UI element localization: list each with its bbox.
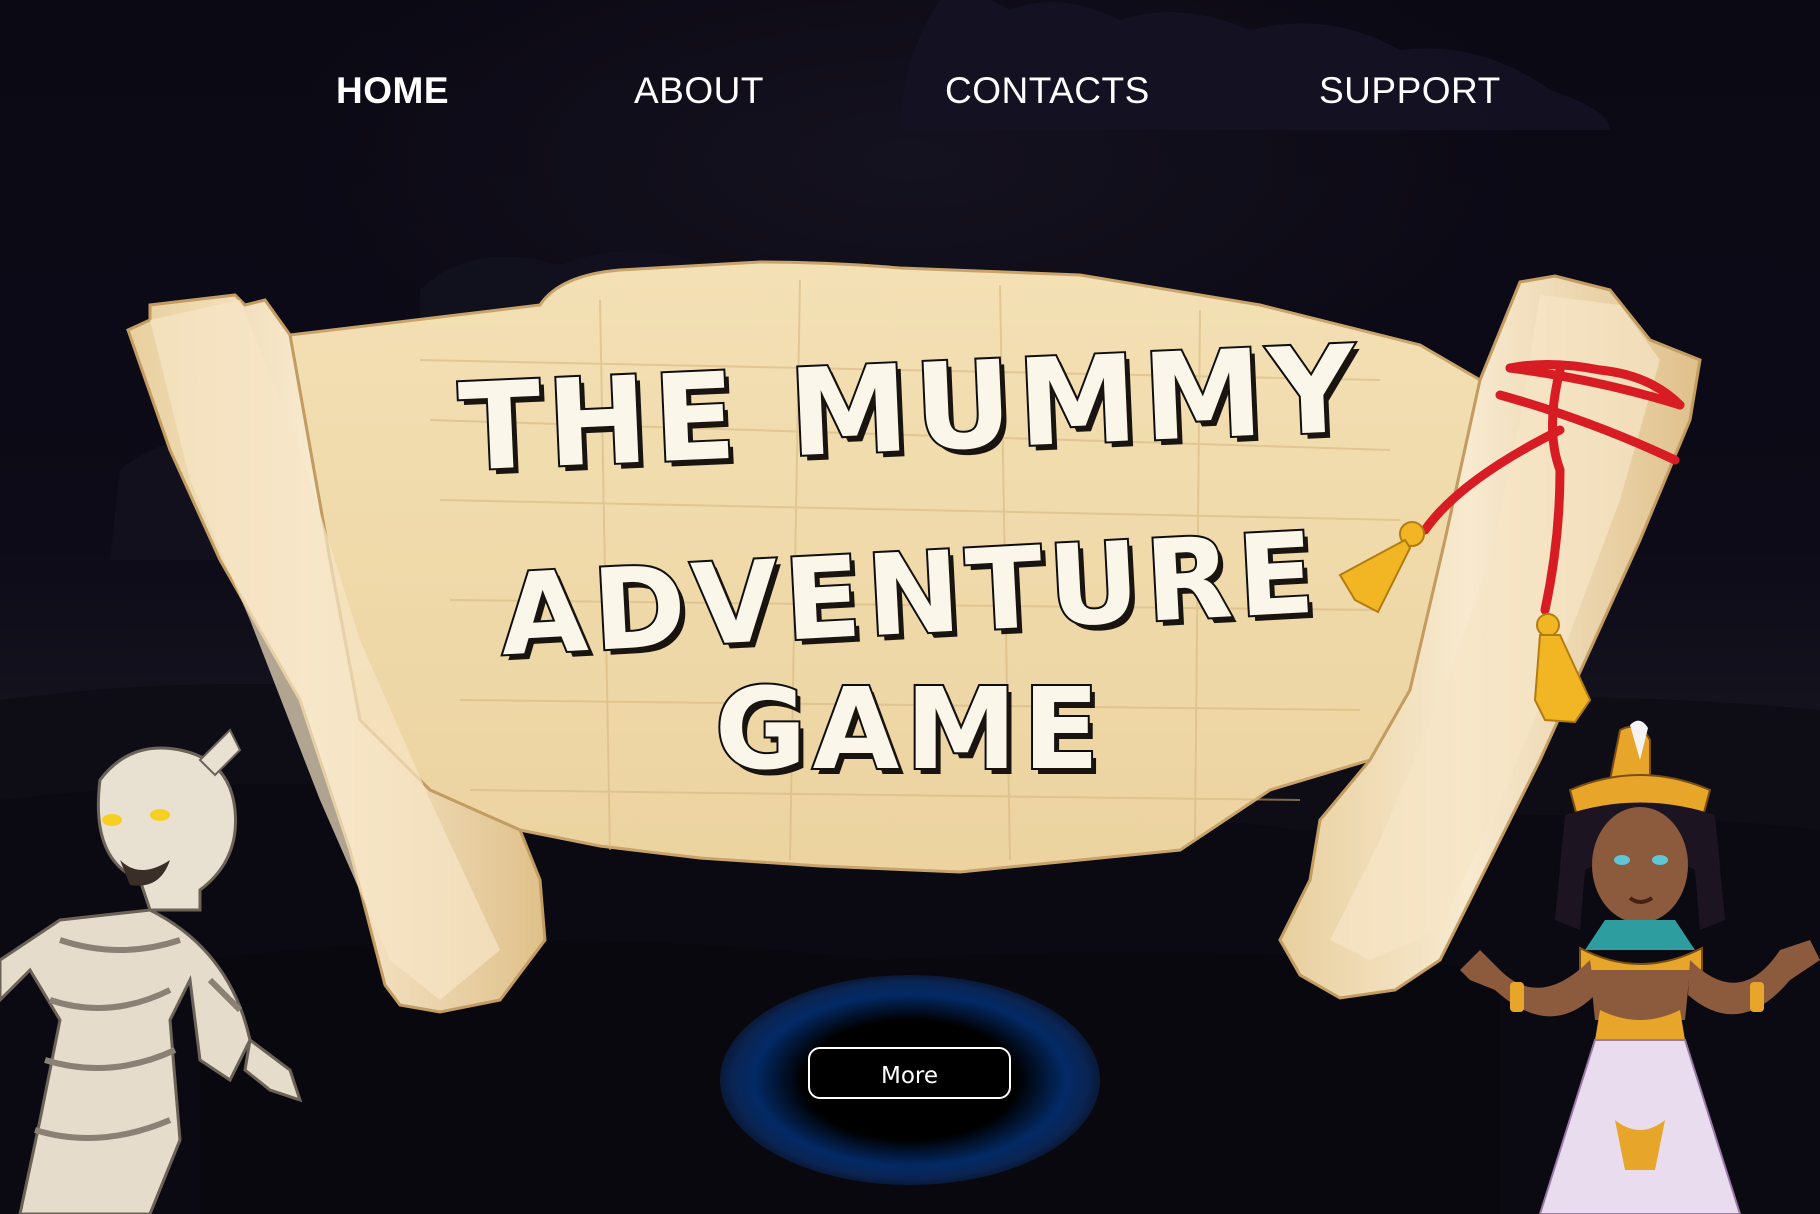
landing-page: HOME ABOUT CONTACTS SUPPORT THE MUMMY AD…	[0, 0, 1820, 1214]
egyptian-queen-character	[1460, 720, 1820, 1214]
more-button[interactable]: More	[808, 1047, 1011, 1099]
mummy-character	[0, 728, 303, 1214]
